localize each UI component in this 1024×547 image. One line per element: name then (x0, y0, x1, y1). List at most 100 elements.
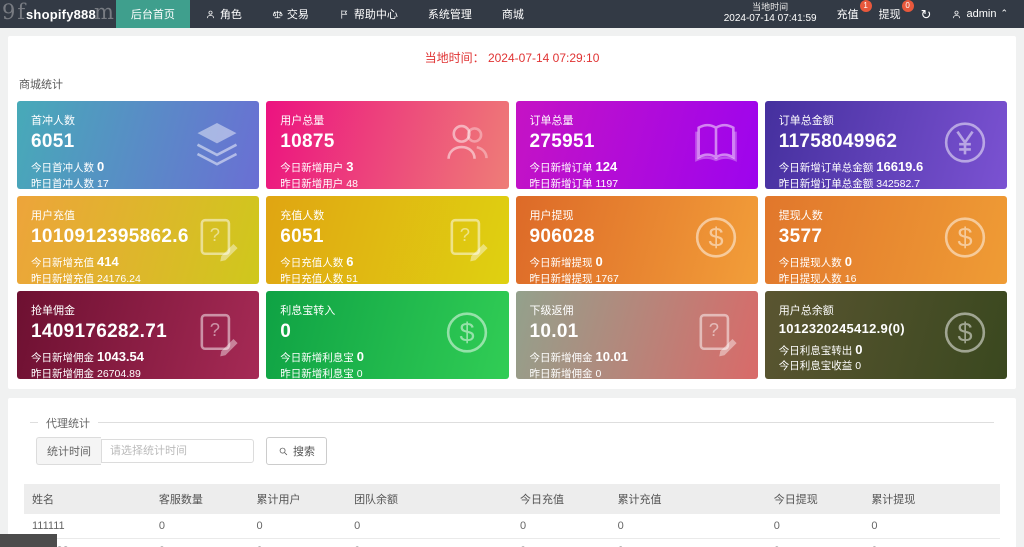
user-icon (206, 10, 214, 18)
search-form: 统计时间 搜索 (36, 437, 988, 465)
svg-text:?: ? (210, 319, 220, 340)
users-icon (446, 124, 488, 159)
table-cell: 0 (248, 514, 347, 539)
refresh-icon[interactable]: ↻ (921, 8, 932, 21)
table-cell: 0 (863, 514, 1000, 539)
dollar-icon: $ (944, 217, 986, 258)
card-icon-wrap: $ (939, 212, 991, 269)
stat-card-0: 首冲人数 6051 今日首冲人数 0 昨日首冲人数 17 (17, 101, 260, 189)
menu-item-4[interactable]: 系统管理 (413, 0, 487, 28)
watermark-left: 9f (2, 0, 28, 24)
page-local-time: 当地时间： 2024-07-14 07:29:10 (424, 51, 600, 65)
stat-card-10: 下级返佣 10.01 今日新增佣金 10.01 昨日新增佣金 0 ? (515, 291, 758, 379)
stat-card-8: 抢单佣金 1409176282.71 今日新增佣金 1043.54 昨日新增佣金 2… (17, 291, 260, 379)
menu-item-5[interactable]: 商城 (487, 0, 539, 28)
stat-card-6: 用户提现 906028 今日新增提现 0 昨日新增提现 1767 $ (515, 196, 758, 284)
status-corner-box (0, 534, 57, 547)
dollar-icon: $ (944, 312, 986, 353)
table-cell: 0 (346, 514, 512, 539)
menu-item-2[interactable]: 交易 (257, 0, 324, 28)
card-icon-wrap (441, 117, 493, 174)
logo: 9f shopify888 m (0, 0, 116, 28)
card-icon-wrap: ? (191, 307, 243, 364)
menu-item-label: 角色 (219, 9, 242, 21)
local-time: 当地时间 2024-07-14 07:41:59 (724, 2, 817, 26)
table-header-cell: 今日提现 (765, 484, 864, 514)
dollar-icon: $ (446, 312, 487, 353)
stat-card-4: 用户充值 1010912395862.6 今日新增充值 414 昨日新增充值 241… (17, 196, 260, 284)
table-cell: 0 (248, 538, 347, 547)
menu-item-label: 系统管理 (427, 9, 472, 21)
table-header-row: 姓名 客服数量 累计用户 团队余额 今日充值 累计充值 今日提现 累计提现 (24, 484, 1000, 514)
main-menu: 后台首页 角色 交易 帮助中心 系统管理 商城 (115, 0, 539, 28)
stat-time-label: 统计时间 (36, 437, 101, 465)
table-header-cell: 团队余额 (346, 484, 512, 514)
card-yesterday-line: 昨日新增提现 1767 (529, 272, 619, 284)
flag-icon (341, 9, 348, 19)
layers-icon (197, 123, 238, 166)
card-yesterday-line: 昨日提现人数 16 (778, 272, 857, 284)
recharge-button[interactable]: 充值 1 (837, 0, 872, 22)
svg-text:?: ? (708, 319, 718, 340)
card-yesterday-line: 昨日新增用户 48 (280, 177, 358, 189)
svg-text:?: ? (459, 224, 469, 245)
table-header-cell: 累计用户 (248, 484, 347, 514)
table-cell: 0 (609, 538, 766, 547)
table-header-cell: 今日充值 (511, 484, 610, 514)
table-cell: 0 (511, 538, 610, 547)
card-yesterday-line: 昨日首冲人数 17 (31, 177, 109, 189)
card-icon-wrap: ? (690, 307, 742, 364)
search-icon (279, 447, 288, 455)
table-cell: 0 (765, 538, 864, 547)
card-yesterday-line: 昨日充值人数 51 (280, 272, 358, 284)
card-yesterday-line: 昨日新增充值 24176.24 (31, 272, 141, 284)
card-yesterday-line: 昨日新增订单 1197 (529, 177, 619, 189)
logo-text: shopify888 (26, 6, 96, 22)
card-yesterday-line: 昨日新增佣金 0 (529, 367, 602, 379)
dollar-icon: $ (695, 217, 736, 258)
agent-legend: 代理统计 (38, 415, 98, 431)
yen-icon (944, 122, 986, 163)
agent-table: 姓名 客服数量 累计用户 团队余额 今日充值 累计充值 今日提现 累计提现 111111 0 0 0… (24, 484, 1000, 547)
search-button[interactable]: 搜索 (266, 437, 327, 465)
withdraw-button[interactable]: 提现 0 (879, 0, 914, 22)
section-title-mall-stats: 商城统计 (19, 79, 63, 91)
table-row-1: 2222220000000 (24, 538, 1000, 547)
table-cell: 0 (346, 538, 512, 547)
table-header-cell: 累计充值 (609, 484, 766, 514)
svg-text:$: $ (708, 222, 723, 253)
menu-item-label: 交易 (286, 9, 309, 21)
table-header-cell: 累计提现 (863, 484, 1000, 514)
navbar-right: 当地时间 2024-07-14 07:41:59 充值 1 提现 0 ↻ adm… (724, 0, 1024, 28)
form-icon: ? (699, 313, 737, 357)
menu-item-label: 商城 (501, 9, 524, 21)
menu-item-0[interactable]: 后台首页 (115, 0, 190, 28)
local-time-label: 当地时间 (752, 2, 789, 13)
scales-icon (272, 10, 283, 18)
stats-panel: 当地时间： 2024-07-14 07:29:10 商城统计 首冲人数 6051… (8, 36, 1016, 389)
stat-cards-grid: 首冲人数 6051 今日首冲人数 0 昨日首冲人数 17 用户总量 10875 今日… (17, 101, 1007, 379)
menu-item-1[interactable]: 角色 (190, 0, 257, 28)
card-yesterday-line: 昨日新增利息宝 0 (280, 367, 363, 379)
table-row-0: 111111 0 0 0 0 0 0 0 (24, 514, 1000, 539)
person-icon (953, 10, 961, 18)
table-cell: 0 (150, 514, 249, 539)
menu-item-label: 后台首页 (130, 9, 175, 21)
card-icon-wrap (191, 117, 243, 174)
stat-time-input[interactable] (101, 439, 254, 463)
card-yesterday-line: 昨日新增订单总金额 342582.7 (778, 177, 921, 189)
chevron-up-icon: ⌃ (1000, 7, 1008, 18)
top-navbar: 9f shopify888 m 后台首页 角色 交易 帮助中心 系统管理 商城 当地时间 … (0, 0, 1024, 28)
watermark-right: m (94, 0, 114, 24)
agent-panel: 代理统计 统计时间 搜索 姓名客服数量累计用户团队余额今日充值累计充值今日提现累… (8, 398, 1016, 547)
card-icon-wrap: ? (191, 212, 243, 269)
card-icon-wrap: ? (441, 212, 493, 269)
table-cell: 0 (150, 538, 249, 547)
admin-menu[interactable]: admin ⌃ (951, 8, 1008, 20)
card-icon-wrap: $ (690, 212, 742, 269)
table-cell: 0 (765, 514, 864, 539)
table-header-cell: 姓名 (24, 484, 151, 514)
card-yesterday-line: 昨日新增佣金 26704.89 (31, 367, 141, 379)
form-icon: ? (200, 218, 238, 262)
menu-item-3[interactable]: 帮助中心 (324, 0, 413, 28)
